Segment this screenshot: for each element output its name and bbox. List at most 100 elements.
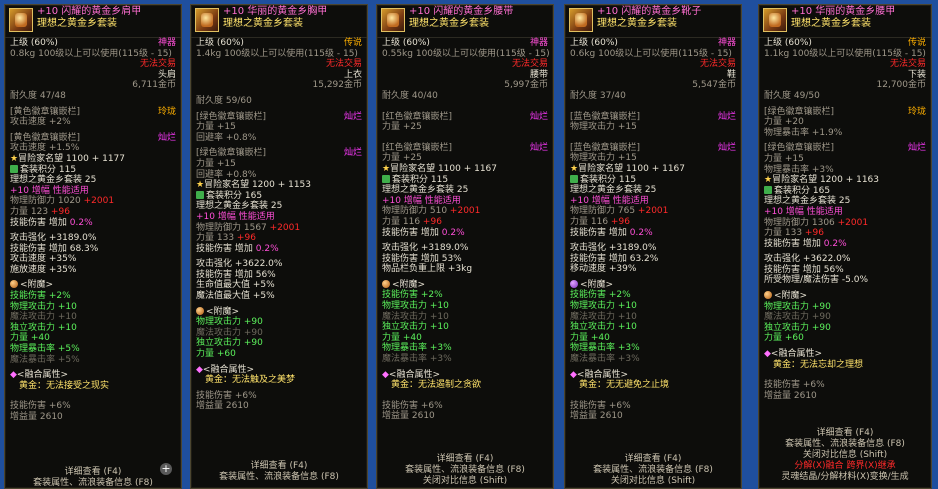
enchant-4: 力量 +60: [196, 349, 236, 360]
fusion-diamond-icon: ◆: [10, 370, 17, 381]
strength-base: 力量 133: [196, 233, 235, 244]
socket-2-label: [黄色徽章镶嵌栏]: [10, 132, 81, 143]
buff-4: 魔法值最大值 +5%: [196, 291, 275, 302]
set-info-hint[interactable]: 套装属性、流浪装备信息 (F8): [191, 472, 367, 483]
buff-3: 攻击速度 +35%: [10, 254, 77, 265]
item-name: +10 闪耀的黄金乡肩甲: [37, 6, 142, 17]
leg-armor-icon: [763, 8, 787, 32]
buff-3: 生命值最大值 +5%: [196, 280, 275, 291]
set-info-hint[interactable]: 套装属性、流浪装备信息 (F8): [5, 478, 181, 488]
rarity: 神器: [157, 38, 176, 48]
level-req: 100级以上可以使用(115级 - 15): [415, 48, 550, 59]
detail-view-hint[interactable]: 详细查看 (F4): [377, 454, 553, 465]
slot: 头肩: [157, 69, 176, 80]
grade-row: 上级 (60%) 神器: [377, 38, 553, 49]
close-compare-hint[interactable]: 关闭对比信息 (Shift): [759, 450, 931, 461]
durability: 耐久度 37/40: [570, 90, 626, 101]
fusion-text: 黄金：无法遏制之贪欲: [391, 380, 482, 391]
buff-1: 攻击强化 +3622.0%: [196, 259, 283, 270]
soul-crystal-hint[interactable]: 灵魂结晶/分解材料(X)变换/生成: [759, 472, 931, 483]
disassemble-fuse-hint[interactable]: 分解(X)融合: [794, 461, 843, 471]
item-name: +10 闪耀的黄金乡靴子: [597, 6, 702, 17]
enchant-title: <附魔>: [5, 280, 181, 291]
weight: 0.6kg: [570, 48, 596, 59]
defense-base: 物理防御力 765: [570, 206, 636, 217]
socket-1-attr: 力量 +20: [764, 117, 804, 128]
adventurer-fame: ★冒险家名望 1100 + 1177: [5, 154, 181, 165]
weight: 0.55kg: [382, 48, 413, 59]
socket-2: [蓝色徽章镶嵌栏] 灿烂: [565, 143, 741, 154]
star-icon: ★: [196, 180, 205, 191]
set-name-line: 理想之黄金乡套装 25: [764, 196, 851, 207]
adventurer-fame: ★冒险家名望 1200 + 1163: [759, 175, 931, 186]
weight-row: 0.8kg 100级以上可以使用(115级 - 15): [5, 49, 181, 60]
close-compare-hint[interactable]: 关闭对比信息 (Shift): [565, 476, 741, 487]
skill-damage-label: 技能伤害 增加: [196, 243, 253, 254]
price: 5,547金币: [692, 80, 736, 91]
close-compare-hint[interactable]: 关闭对比信息 (Shift): [377, 476, 553, 487]
enchant-2: 魔法攻击力 +90: [764, 312, 831, 323]
enchant-orb-icon: [382, 279, 390, 288]
socket-1-attr: 物理攻击力 +15: [570, 122, 637, 133]
defense-bonus: +2001: [837, 217, 869, 228]
price-row: 12,700金币: [759, 80, 931, 91]
buff-1: 攻击强化 +3189.0%: [570, 243, 657, 254]
set-info-hint[interactable]: 套装属性、流浪装备信息 (F8): [565, 465, 741, 476]
amplify: +10 增幅 性能适用: [570, 195, 649, 206]
enchant-2: 魔法攻击力 +90: [196, 327, 263, 338]
enchant-title: <附魔>: [759, 291, 931, 302]
socket-2-grade: 灿烂: [907, 143, 926, 154]
item-name: +10 华丽的黄金乡胸甲: [223, 6, 328, 17]
item-set-name: 理想之黄金乡套装: [409, 18, 489, 29]
enchant-3: 独立攻击力 +90: [196, 338, 263, 349]
skill-damage: 技能伤害 增加 0.2%: [759, 239, 931, 250]
strength-base: 力量 123: [10, 206, 49, 217]
enchant-7: 魔法暴击率 +5%: [10, 354, 80, 365]
item-set-name: 理想之黄金乡套装: [37, 18, 117, 29]
set-points-icon: [196, 190, 204, 199]
cross-inherit-hint[interactable]: 跨界(X)继承: [846, 461, 895, 471]
set-name-line: 理想之黄金乡套装 25: [196, 201, 283, 212]
item-tooltip-boots: +10 闪耀的黄金乡靴子 理想之黄金乡套装 上级 (60%) 神器 0.6kg 1…: [564, 4, 742, 489]
gain-amount: 增益量 2610: [196, 401, 249, 412]
grade: 上级 (60%): [196, 38, 244, 48]
item-set-name: 理想之黄金乡套装: [791, 18, 871, 29]
socket-1-grade: 灿烂: [717, 111, 736, 122]
socket-2-label: [绿色徽章镶嵌栏]: [196, 148, 267, 159]
adventurer-fame-text: 冒险家名望 1200 + 1163: [772, 175, 880, 186]
detail-view-hint[interactable]: 详细查看 (F4): [5, 467, 181, 478]
enchant-1: 技能伤害 +2%: [382, 290, 443, 301]
skill-percent: 技能伤害 +6%: [764, 380, 825, 391]
detail-view-hint[interactable]: 详细查看 (F4): [759, 428, 931, 439]
socket-2-label: [蓝色徽章镶嵌栏]: [570, 142, 641, 153]
grade: 上级 (60%): [10, 38, 58, 48]
skill-percent: 技能伤害 +6%: [570, 400, 631, 411]
defense: 物理防御力 1306 +2001: [759, 218, 931, 229]
set-info-hint[interactable]: 套装属性、流浪装备信息 (F8): [377, 465, 553, 476]
durability: 耐久度 40/40: [382, 90, 438, 101]
defense-bonus: +2001: [637, 206, 669, 217]
detail-view-hint[interactable]: 详细查看 (F4): [565, 454, 741, 465]
trade-row: 无法交易: [377, 59, 553, 70]
durability: 耐久度 47/48: [10, 90, 66, 101]
slot-row: 上衣: [191, 70, 367, 81]
detail-view-hint[interactable]: 详细查看 (F4): [191, 461, 367, 472]
set-name-line: 理想之黄金乡套装 25: [570, 185, 657, 196]
adventurer-fame-text: 冒险家名望 1100 + 1167: [578, 163, 686, 174]
gain-amount: 增益量 2610: [382, 411, 435, 422]
expand-plus-icon[interactable]: +: [160, 463, 172, 475]
fusion-text: 黄金：无法忘却之理想: [773, 359, 864, 370]
belt-icon: [381, 8, 405, 32]
set-info-hint[interactable]: 套装属性、流浪装备信息 (F8): [759, 439, 931, 450]
level-req: 100级以上可以使用(115级 - 15): [792, 48, 926, 59]
trade-row: 无法交易: [759, 59, 931, 70]
trade-status: 无法交易: [511, 59, 548, 70]
enchant-title: <附魔>: [377, 279, 553, 291]
socket-1-label: [绿色徽章镶嵌栏]: [196, 111, 267, 122]
strength-base: 力量 133: [764, 228, 803, 239]
slot: 下装: [907, 69, 926, 80]
set-points: 套装积分 115: [377, 174, 553, 186]
weight: 0.8kg: [10, 48, 36, 59]
slot-row: 下装: [759, 70, 931, 81]
strength-bonus: +96: [50, 206, 70, 217]
